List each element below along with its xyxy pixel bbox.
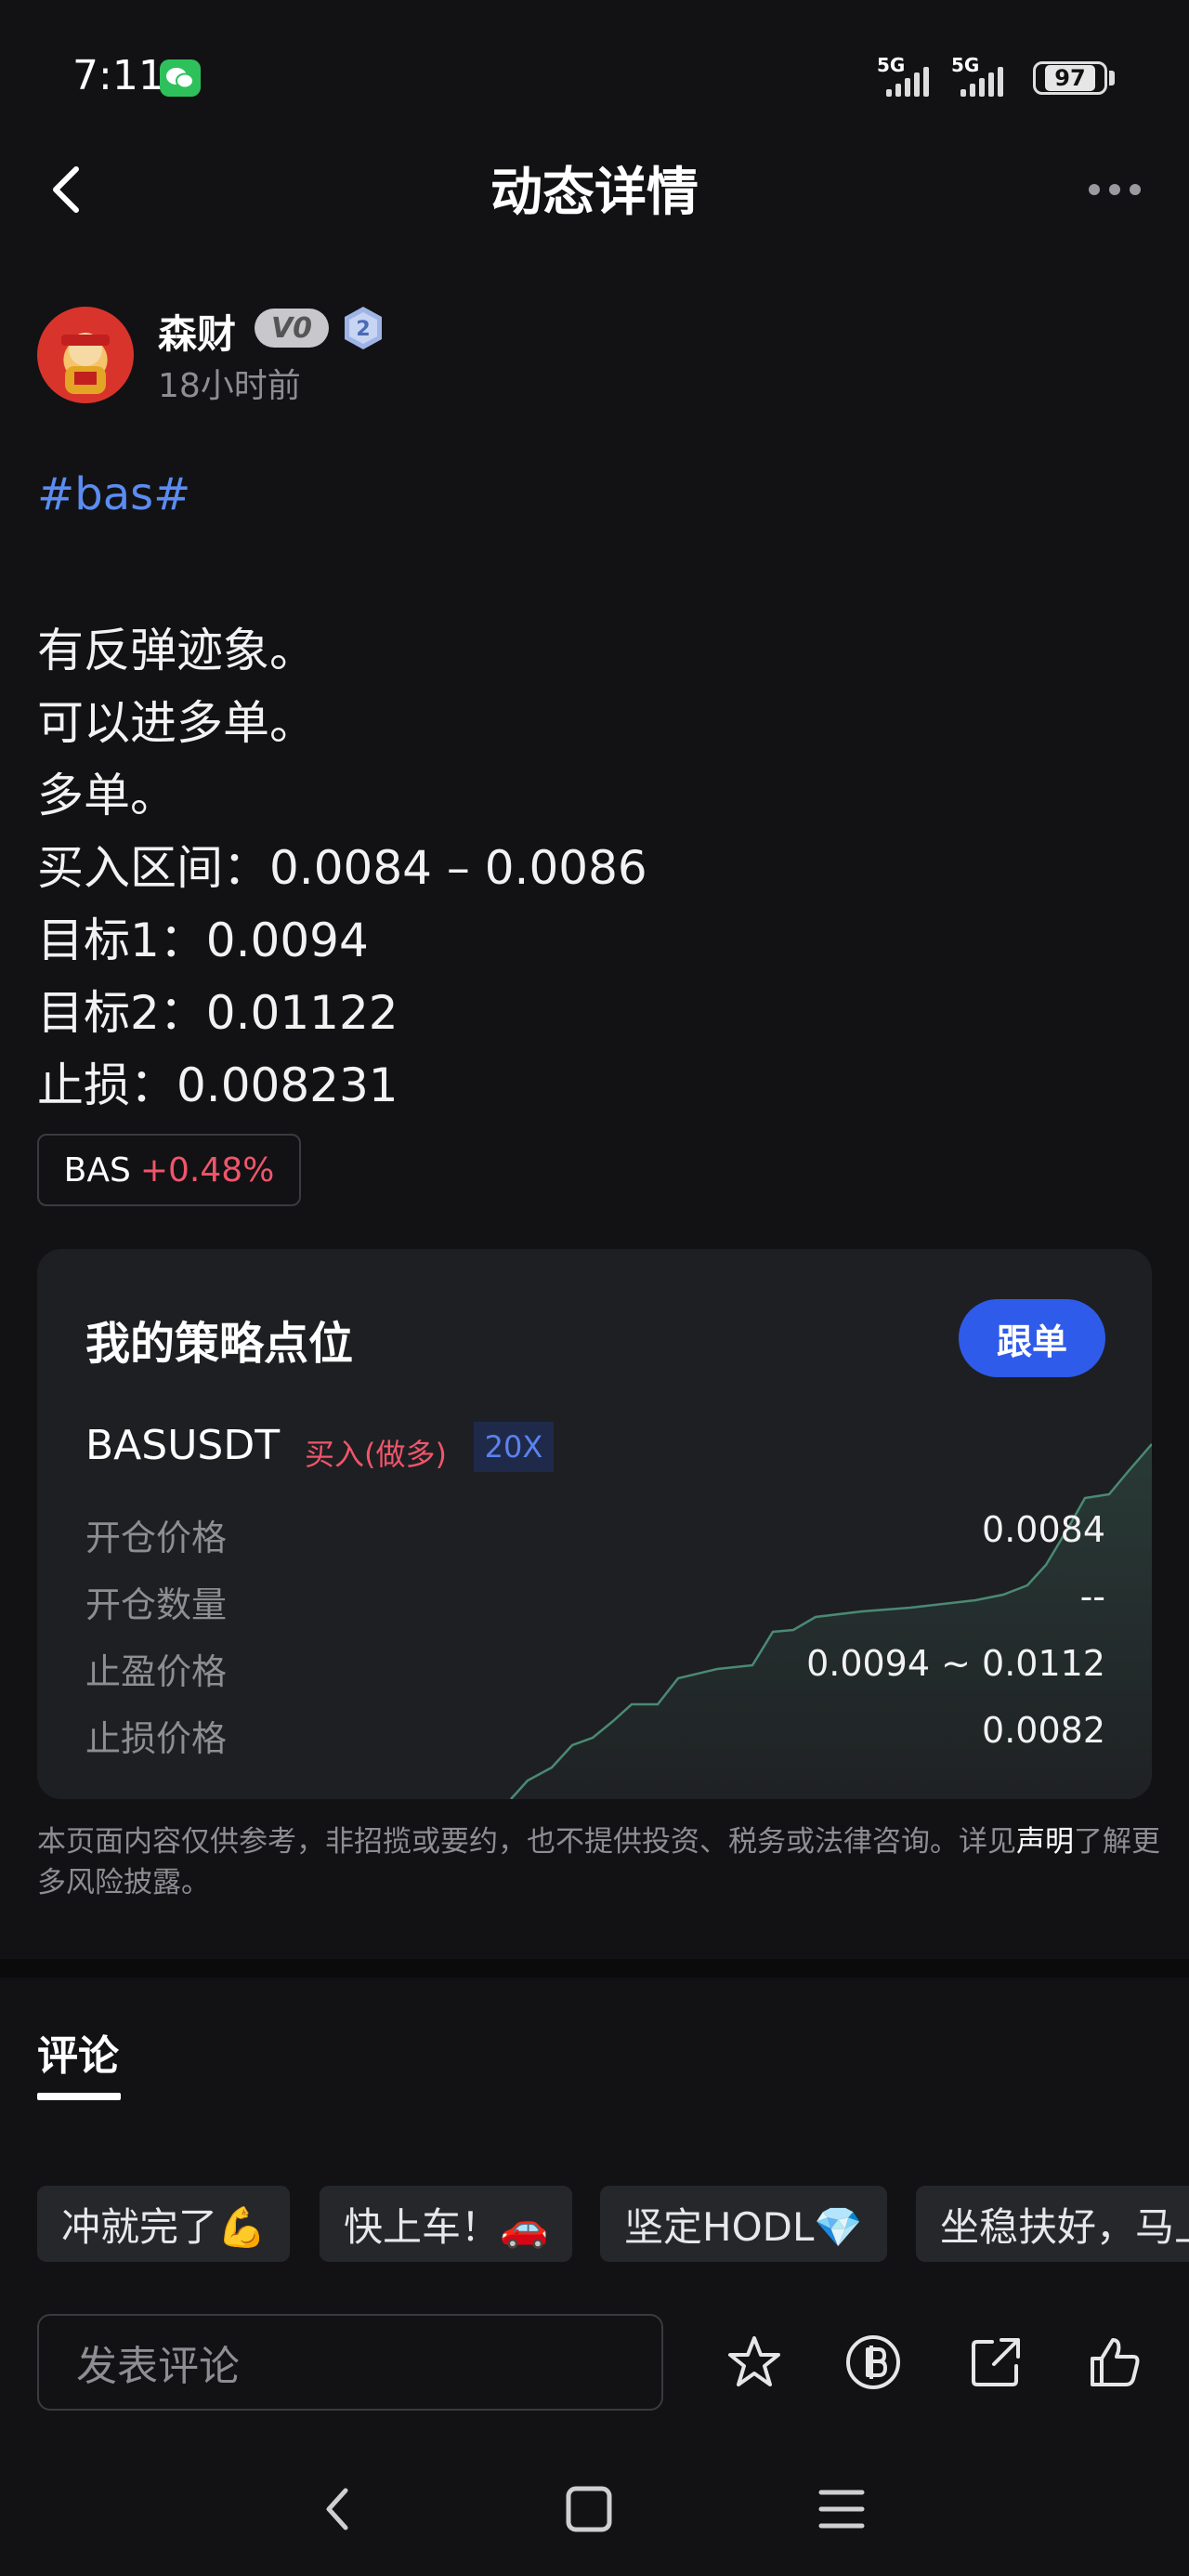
status-time: 7:11	[72, 52, 164, 99]
like-icon[interactable]	[1081, 2329, 1148, 2396]
system-menu-button[interactable]	[804, 2472, 879, 2546]
ticker-chip[interactable]: BAS +0.48%	[37, 1134, 301, 1206]
quick-reply-chip[interactable]: 坐稳扶好，马上	[916, 2186, 1189, 2262]
wechat-notification-icon	[160, 59, 201, 97]
signal-icon-2: 5G	[951, 54, 1003, 97]
hashtag-link[interactable]: #bas#	[37, 468, 190, 520]
level-badge-icon: 2	[340, 305, 386, 351]
ticker-symbol: BAS	[63, 1150, 131, 1189]
open-quantity-value: --	[1079, 1576, 1105, 1617]
tab-comments[interactable]: 评论	[37, 2022, 119, 2082]
battery-nub	[1109, 71, 1115, 85]
strategy-title: 我的策略点位	[85, 1318, 354, 1370]
leverage-badge: 20X	[474, 1422, 554, 1472]
disclaimer: 本页面内容仅供参考，非招揽或要约，也不提供投资、税务或法律咨询。详见声明了解更多…	[37, 1821, 1161, 1903]
comment-input[interactable]: 发表评论	[37, 2314, 663, 2411]
post-line: 目标2：0.01122	[37, 986, 399, 1040]
post-line: 止损：0.008231	[37, 1058, 399, 1112]
star-icon[interactable]	[721, 2329, 788, 2396]
share-icon[interactable]	[962, 2329, 1029, 2396]
tab-indicator	[37, 2093, 121, 2100]
follow-order-button[interactable]: 跟单	[959, 1299, 1105, 1377]
stop-loss-label: 止损价格	[85, 1718, 228, 1759]
open-price-value: 0.0084	[982, 1509, 1105, 1550]
take-profit-label: 止盈价格	[85, 1651, 228, 1692]
system-home-button[interactable]	[552, 2472, 626, 2546]
quick-reply-chip[interactable]: 坚定HODL💎	[600, 2186, 887, 2262]
strategy-card: 我的策略点位 跟单 BASUSDT 买入(做多) 20X 开仓价格 0.0084…	[37, 1249, 1152, 1799]
system-back-button[interactable]	[301, 2472, 375, 2546]
open-quantity-label: 开仓数量	[85, 1584, 228, 1625]
post-time: 18小时前	[158, 367, 301, 405]
author-name[interactable]: 森财	[158, 303, 236, 360]
vip-badge: V0	[255, 309, 329, 348]
post-line: 目标1：0.0094	[37, 913, 369, 967]
open-price-label: 开仓价格	[85, 1518, 228, 1558]
post-line: 可以进多单。	[37, 696, 316, 750]
battery-icon: 97	[1033, 61, 1107, 95]
ticker-change: +0.48%	[139, 1150, 275, 1189]
quick-reply-chip[interactable]: 快上车！🚗	[320, 2186, 573, 2262]
post-line: 买入区间：0.0084 – 0.0086	[37, 841, 647, 895]
page-title: 动态详情	[490, 163, 699, 223]
svg-text:2: 2	[356, 318, 370, 341]
stop-loss-value: 0.0082	[982, 1710, 1105, 1751]
take-profit-value: 0.0094 ~ 0.0112	[806, 1643, 1105, 1684]
post-line: 有反弹迹象。	[37, 624, 316, 677]
avatar[interactable]	[37, 307, 134, 403]
quick-reply-chip[interactable]: 冲就完了💪	[37, 2186, 291, 2262]
trading-pair: BASUSDT	[85, 1422, 281, 1469]
section-divider	[0, 1959, 1189, 1978]
disclaimer-link[interactable]: 声明	[1016, 1825, 1074, 1859]
signal-icon-1: 5G	[877, 54, 929, 97]
order-side: 买入(做多)	[305, 1437, 447, 1472]
more-options-button[interactable]	[1089, 173, 1156, 206]
post-line: 多单。	[37, 769, 176, 822]
disclaimer-text: 本页面内容仅供参考，非招揽或要约，也不提供投资、税务或法律咨询。详见	[37, 1825, 1016, 1859]
tip-coin-icon[interactable]	[840, 2329, 907, 2396]
